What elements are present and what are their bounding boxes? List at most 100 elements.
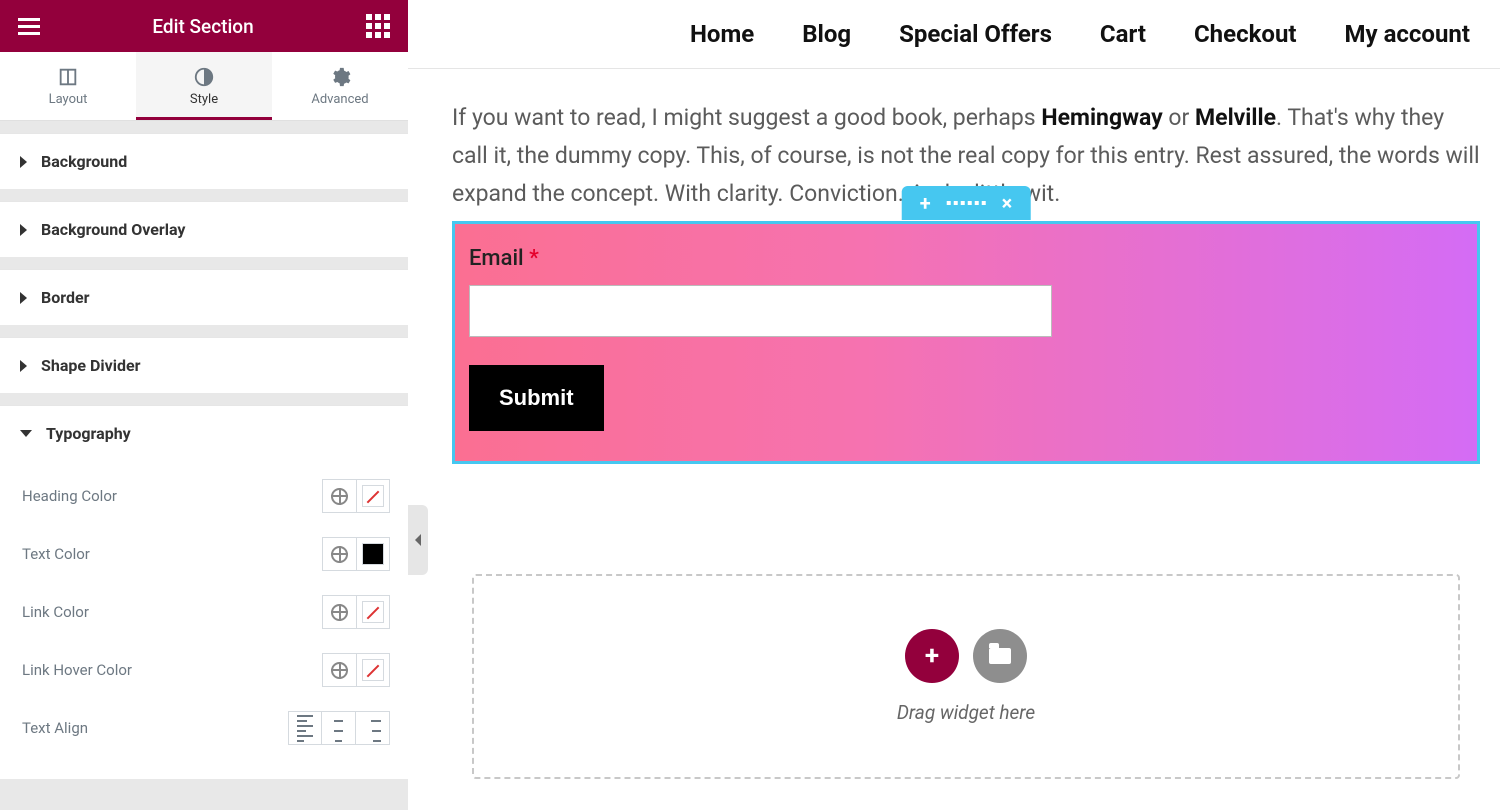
layout-icon bbox=[57, 66, 79, 88]
align-left-icon bbox=[297, 715, 313, 742]
para-part: If you want to read, I might suggest a g… bbox=[452, 104, 1041, 131]
row-text-align: Text Align bbox=[22, 699, 390, 757]
caret-down-icon bbox=[20, 430, 32, 437]
submit-button[interactable]: Submit bbox=[469, 365, 604, 431]
form-section: Email * Submit bbox=[455, 224, 1477, 461]
controls-scroll[interactable]: Background Background Overlay Border Sha… bbox=[0, 121, 408, 810]
row-label: Heading Color bbox=[22, 487, 117, 505]
tab-style[interactable]: Style bbox=[136, 52, 272, 120]
nav-my-account[interactable]: My account bbox=[1345, 20, 1470, 48]
delete-section-icon[interactable]: × bbox=[1002, 193, 1013, 213]
preview-area: Home Blog Special Offers Cart Checkout M… bbox=[408, 0, 1500, 810]
nav-blog[interactable]: Blog bbox=[802, 20, 851, 48]
section-shape-divider: Shape Divider bbox=[0, 337, 408, 393]
add-widget-button[interactable]: + bbox=[905, 629, 959, 683]
style-icon bbox=[193, 66, 215, 88]
globe-icon bbox=[331, 546, 348, 563]
caret-right-icon bbox=[20, 224, 27, 236]
caret-right-icon bbox=[20, 292, 27, 304]
color-swatch-none bbox=[362, 659, 384, 681]
section-header-shape-divider[interactable]: Shape Divider bbox=[0, 338, 408, 393]
global-color-button[interactable] bbox=[322, 537, 356, 571]
site-nav: Home Blog Special Offers Cart Checkout M… bbox=[408, 0, 1500, 69]
empty-section-dropzone[interactable]: + Drag widget here bbox=[472, 574, 1460, 779]
email-input[interactable] bbox=[469, 285, 1052, 337]
tab-advanced-label: Advanced bbox=[311, 92, 368, 107]
global-color-button[interactable] bbox=[322, 479, 356, 513]
text-align-control bbox=[288, 711, 390, 745]
tab-layout[interactable]: Layout bbox=[0, 52, 136, 120]
color-swatch-black bbox=[362, 543, 384, 565]
section-handle: + × bbox=[902, 186, 1031, 220]
section-label: Shape Divider bbox=[41, 356, 140, 375]
chevron-left-icon bbox=[415, 534, 421, 546]
para-strong: Hemingway bbox=[1041, 104, 1162, 131]
folder-icon bbox=[989, 648, 1011, 664]
email-label-text: Email bbox=[469, 246, 529, 271]
selected-section[interactable]: + × Email * Submit bbox=[452, 221, 1480, 464]
para-part: or bbox=[1163, 104, 1195, 131]
panel-tabs: Layout Style Advanced bbox=[0, 52, 408, 121]
tab-advanced[interactable]: Advanced bbox=[272, 52, 408, 120]
template-library-button[interactable] bbox=[973, 629, 1027, 683]
nav-home[interactable]: Home bbox=[690, 20, 754, 48]
heading-color-control bbox=[322, 479, 390, 513]
section-label: Typography bbox=[46, 424, 131, 443]
nav-cart[interactable]: Cart bbox=[1100, 20, 1146, 48]
global-color-button[interactable] bbox=[322, 595, 356, 629]
para-strong: Melville bbox=[1195, 104, 1276, 131]
row-label: Link Hover Color bbox=[22, 661, 132, 679]
row-link-color: Link Color bbox=[22, 583, 390, 641]
panel-title: Edit Section bbox=[40, 15, 366, 38]
add-section-icon[interactable]: + bbox=[920, 193, 931, 213]
panel-header: Edit Section bbox=[0, 0, 408, 52]
row-label: Text Align bbox=[22, 719, 88, 737]
align-right-icon bbox=[365, 715, 381, 742]
color-swatch-none bbox=[362, 485, 384, 507]
row-heading-color: Heading Color bbox=[22, 467, 390, 525]
section-header-typography[interactable]: Typography bbox=[0, 406, 408, 461]
section-background-overlay: Background Overlay bbox=[0, 201, 408, 257]
panel-collapse-handle[interactable] bbox=[408, 505, 428, 575]
editor-panel: Edit Section Layout Style Advanced Backg… bbox=[0, 0, 408, 810]
color-picker-button[interactable] bbox=[356, 537, 390, 571]
drag-handle-icon[interactable] bbox=[947, 201, 986, 205]
section-header-bg-overlay[interactable]: Background Overlay bbox=[0, 202, 408, 257]
section-background: Background bbox=[0, 133, 408, 189]
align-right-button[interactable] bbox=[356, 711, 390, 745]
widgets-icon[interactable] bbox=[366, 14, 390, 38]
color-picker-button[interactable] bbox=[356, 479, 390, 513]
color-picker-button[interactable] bbox=[356, 595, 390, 629]
section-label: Border bbox=[41, 288, 89, 307]
required-mark: * bbox=[529, 246, 539, 271]
globe-icon bbox=[331, 488, 348, 505]
email-label: Email * bbox=[469, 246, 539, 271]
tab-style-label: Style bbox=[190, 92, 218, 107]
section-header-background[interactable]: Background bbox=[0, 134, 408, 189]
global-color-button[interactable] bbox=[322, 653, 356, 687]
section-label: Background Overlay bbox=[41, 220, 185, 239]
section-label: Background bbox=[41, 152, 127, 171]
row-link-hover-color: Link Hover Color bbox=[22, 641, 390, 699]
section-header-border[interactable]: Border bbox=[0, 270, 408, 325]
align-center-icon bbox=[331, 715, 347, 742]
nav-special-offers[interactable]: Special Offers bbox=[899, 20, 1052, 48]
globe-icon bbox=[331, 662, 348, 679]
gear-icon bbox=[329, 66, 351, 88]
align-center-button[interactable] bbox=[322, 711, 356, 745]
dropzone-buttons: + bbox=[905, 629, 1027, 683]
nav-checkout[interactable]: Checkout bbox=[1194, 20, 1297, 48]
row-text-color: Text Color bbox=[22, 525, 390, 583]
dropzone-hint: Drag widget here bbox=[897, 701, 1035, 724]
align-left-button[interactable] bbox=[288, 711, 322, 745]
typography-body: Heading Color Text Color Link Color bbox=[0, 461, 408, 779]
caret-right-icon bbox=[20, 360, 27, 372]
section-typography: Typography Heading Color Text Color bbox=[0, 405, 408, 779]
text-color-control bbox=[322, 537, 390, 571]
hamburger-icon[interactable] bbox=[18, 18, 40, 35]
globe-icon bbox=[331, 604, 348, 621]
link-hover-color-control bbox=[322, 653, 390, 687]
link-color-control bbox=[322, 595, 390, 629]
preview-inner: If you want to read, I might suggest a g… bbox=[408, 69, 1500, 809]
color-picker-button[interactable] bbox=[356, 653, 390, 687]
